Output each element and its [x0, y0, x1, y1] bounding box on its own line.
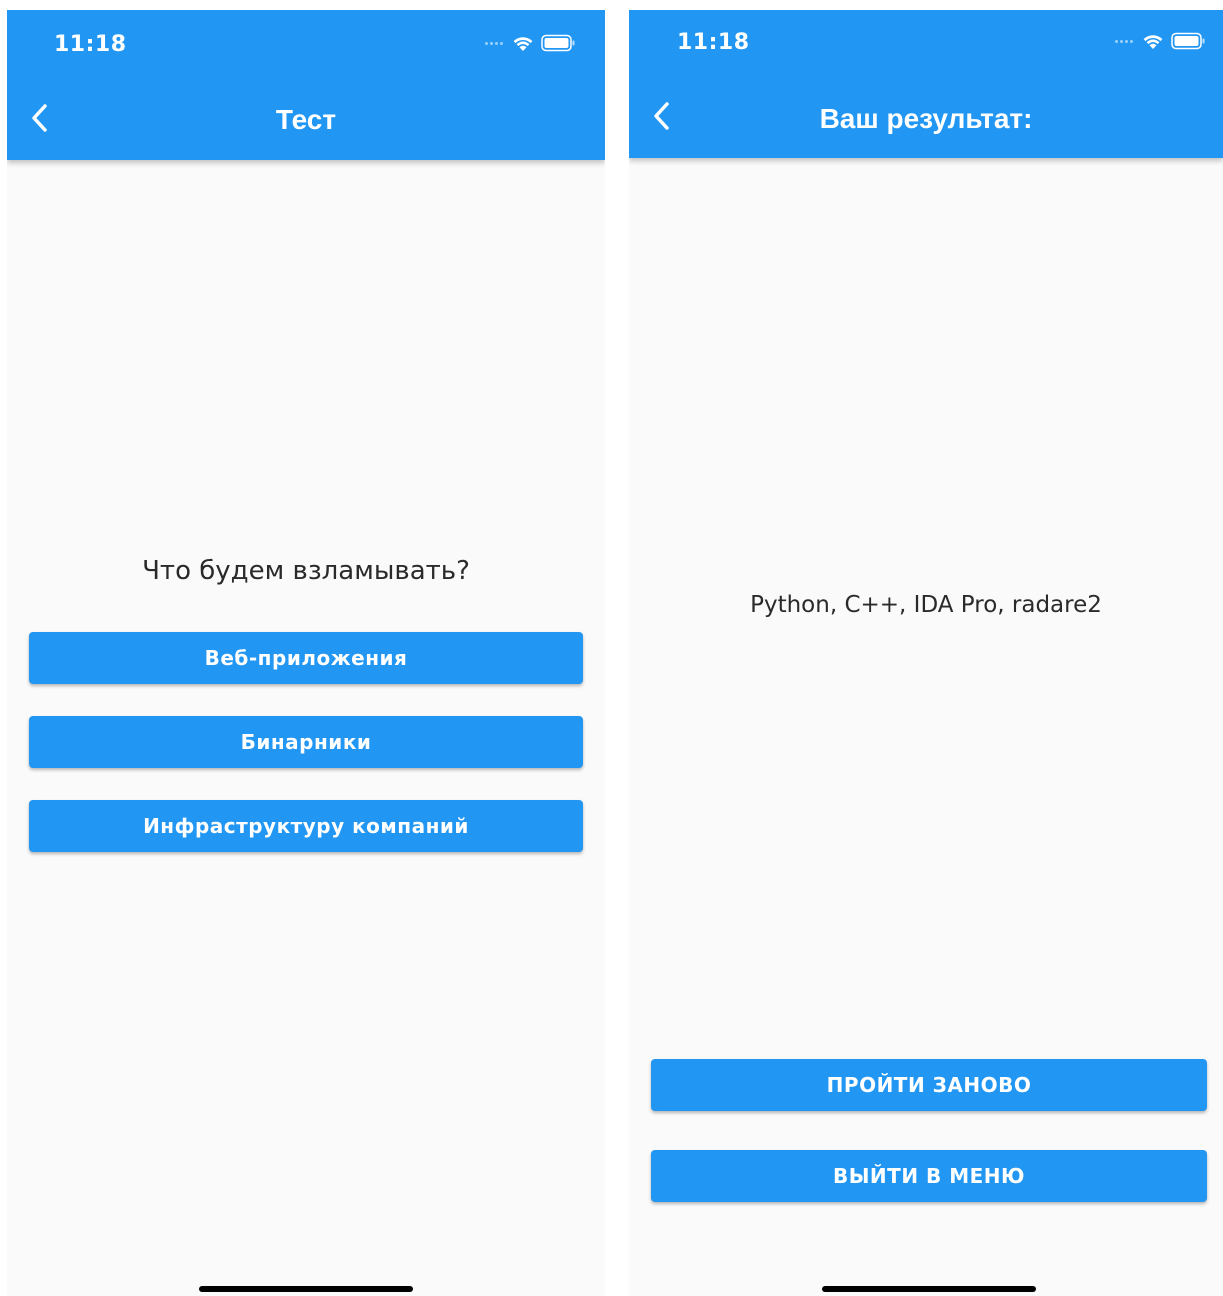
- page-title: Тест: [275, 104, 337, 135]
- retry-button[interactable]: ПРОЙТИ ЗАНОВО: [651, 1059, 1207, 1111]
- signal-icon: [485, 41, 503, 45]
- signal-icon: [1115, 39, 1133, 43]
- app-bar: 11:18 Тест: [7, 10, 605, 160]
- wifi-icon: [1143, 35, 1163, 49]
- status-icons: [485, 34, 577, 52]
- question-text: Что будем взламывать?: [142, 556, 470, 586]
- quiz-question-screen: 11:18 Тест Что будем взламывать? Веб-при…: [7, 10, 605, 1296]
- home-indicator[interactable]: [199, 1286, 413, 1292]
- home-indicator[interactable]: [822, 1286, 1036, 1292]
- app-bar: 11:18 Ваш результат:: [629, 10, 1223, 158]
- battery-icon: [1171, 32, 1205, 50]
- result-text: Python, C++, IDA Pro, radare2: [750, 592, 1102, 618]
- option-infrastructure-button[interactable]: Инфраструктуру компаний: [29, 800, 583, 852]
- option-binaries-button[interactable]: Бинарники: [29, 716, 583, 768]
- exit-to-menu-button[interactable]: ВЫЙТИ В МЕНЮ: [651, 1150, 1207, 1202]
- option-web-apps-button[interactable]: Веб-приложения: [29, 632, 583, 684]
- status-time: 11:18: [677, 30, 750, 55]
- quiz-result-screen: 11:18 Ваш результат: Python, C++, IDA Pr…: [629, 10, 1223, 1296]
- page-title: Ваш результат:: [819, 103, 1033, 134]
- status-icons: [1115, 32, 1207, 50]
- status-time: 11:18: [54, 32, 127, 57]
- wifi-icon: [513, 37, 533, 51]
- battery-icon: [541, 34, 575, 52]
